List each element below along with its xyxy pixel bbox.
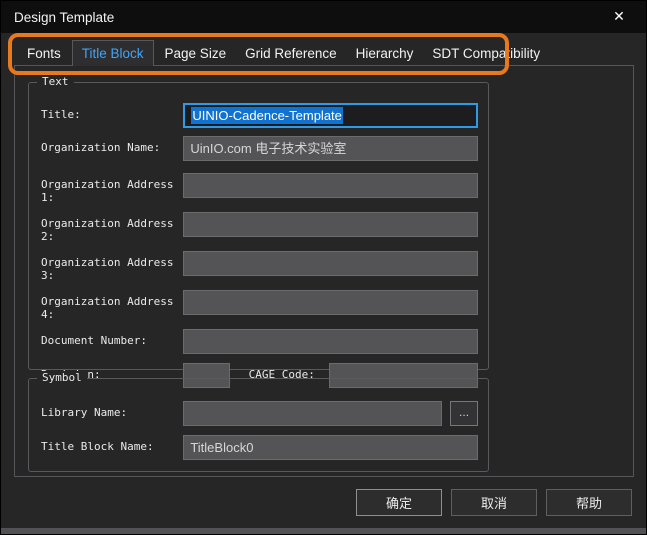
tab-panel: Text Title: UINIO-Cadence-Template Organ… <box>14 65 634 477</box>
tab-title-block[interactable]: Title Block <box>72 40 154 66</box>
symbol-group-label: Symbol <box>37 371 87 384</box>
organization-address-4-input[interactable] <box>183 290 478 315</box>
organization-address-2-label: Organization Address 2: <box>41 212 183 243</box>
organization-address-1-row: Organization Address 1: <box>41 173 478 204</box>
cancel-button[interactable]: 取消 <box>451 489 537 516</box>
organization-address-2-row: Organization Address 2: <box>41 212 478 243</box>
symbol-group: Symbol Library Name: ... Title Block Nam… <box>28 378 489 472</box>
document-number-label: Document Number: <box>41 329 183 354</box>
organization-name-label: Organization Name: <box>41 136 183 161</box>
tab-hierarchy[interactable]: Hierarchy <box>348 42 422 66</box>
document-number-row: Document Number: <box>41 329 478 354</box>
text-group-label: Text <box>37 75 74 88</box>
title-bar: Design Template ✕ <box>1 1 646 33</box>
document-number-input[interactable] <box>183 329 478 354</box>
organization-address-4-label: Organization Address 4: <box>41 290 183 321</box>
text-group: Text Title: UINIO-Cadence-Template Organ… <box>28 82 489 370</box>
organization-address-1-input[interactable] <box>183 173 478 198</box>
ok-button[interactable]: 确定 <box>356 489 442 516</box>
organization-address-1-label: Organization Address 1: <box>41 173 183 204</box>
library-browse-button[interactable]: ... <box>450 401 478 426</box>
organization-name-row: Organization Name: UinIO.com 电子技术实验室 <box>41 136 478 161</box>
title-block-name-row: Title Block Name: TitleBlock0 <box>41 435 478 460</box>
organization-address-2-input[interactable] <box>183 212 478 237</box>
tab-bar: Fonts Title Block Page Size Grid Referen… <box>19 40 551 66</box>
window-bottom-edge <box>1 528 646 534</box>
close-icon[interactable]: ✕ <box>604 1 634 31</box>
title-block-name-label: Title Block Name: <box>41 435 183 460</box>
title-input[interactable]: UINIO-Cadence-Template <box>183 103 478 128</box>
title-block-name-input[interactable]: TitleBlock0 <box>183 435 478 460</box>
tab-sdt-compatibility[interactable]: SDT Compatibility <box>424 42 548 66</box>
organization-address-4-row: Organization Address 4: <box>41 290 478 321</box>
help-button[interactable]: 帮助 <box>546 489 632 516</box>
design-template-dialog: Design Template ✕ Fonts Title Block Page… <box>0 0 647 535</box>
organization-address-3-input[interactable] <box>183 251 478 276</box>
tab-page-size[interactable]: Page Size <box>157 42 235 66</box>
dialog-button-row: 确定 取消 帮助 <box>356 489 632 516</box>
organization-name-input[interactable]: UinIO.com 电子技术实验室 <box>183 136 478 161</box>
tab-grid-reference[interactable]: Grid Reference <box>237 42 345 66</box>
organization-address-3-label: Organization Address 3: <box>41 251 183 282</box>
organization-address-3-row: Organization Address 3: <box>41 251 478 282</box>
title-selected-text: UINIO-Cadence-Template <box>191 107 343 124</box>
title-row: Title: UINIO-Cadence-Template <box>41 103 478 128</box>
title-label: Title: <box>41 103 183 128</box>
library-name-input[interactable] <box>183 401 442 426</box>
tab-fonts[interactable]: Fonts <box>19 42 69 66</box>
library-name-row: Library Name: ... <box>41 401 478 426</box>
library-name-label: Library Name: <box>41 401 183 426</box>
window-title: Design Template <box>14 10 114 25</box>
